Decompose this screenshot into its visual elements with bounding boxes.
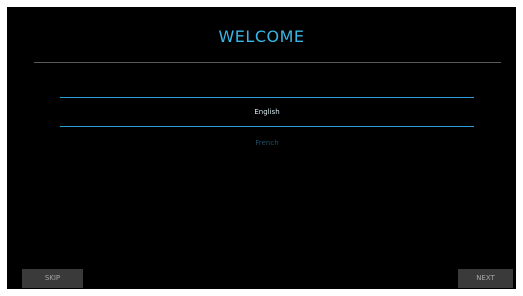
language-option-english[interactable]: English bbox=[60, 97, 474, 127]
page-title: WELCOME bbox=[218, 27, 305, 46]
skip-button[interactable]: SKIP bbox=[22, 269, 83, 288]
language-option-french[interactable]: French bbox=[60, 129, 474, 157]
language-list: English French bbox=[60, 97, 474, 157]
welcome-screen: WELCOME English French SKIP NEXT bbox=[7, 7, 516, 289]
title-divider bbox=[34, 62, 501, 63]
next-button[interactable]: NEXT bbox=[458, 269, 513, 288]
